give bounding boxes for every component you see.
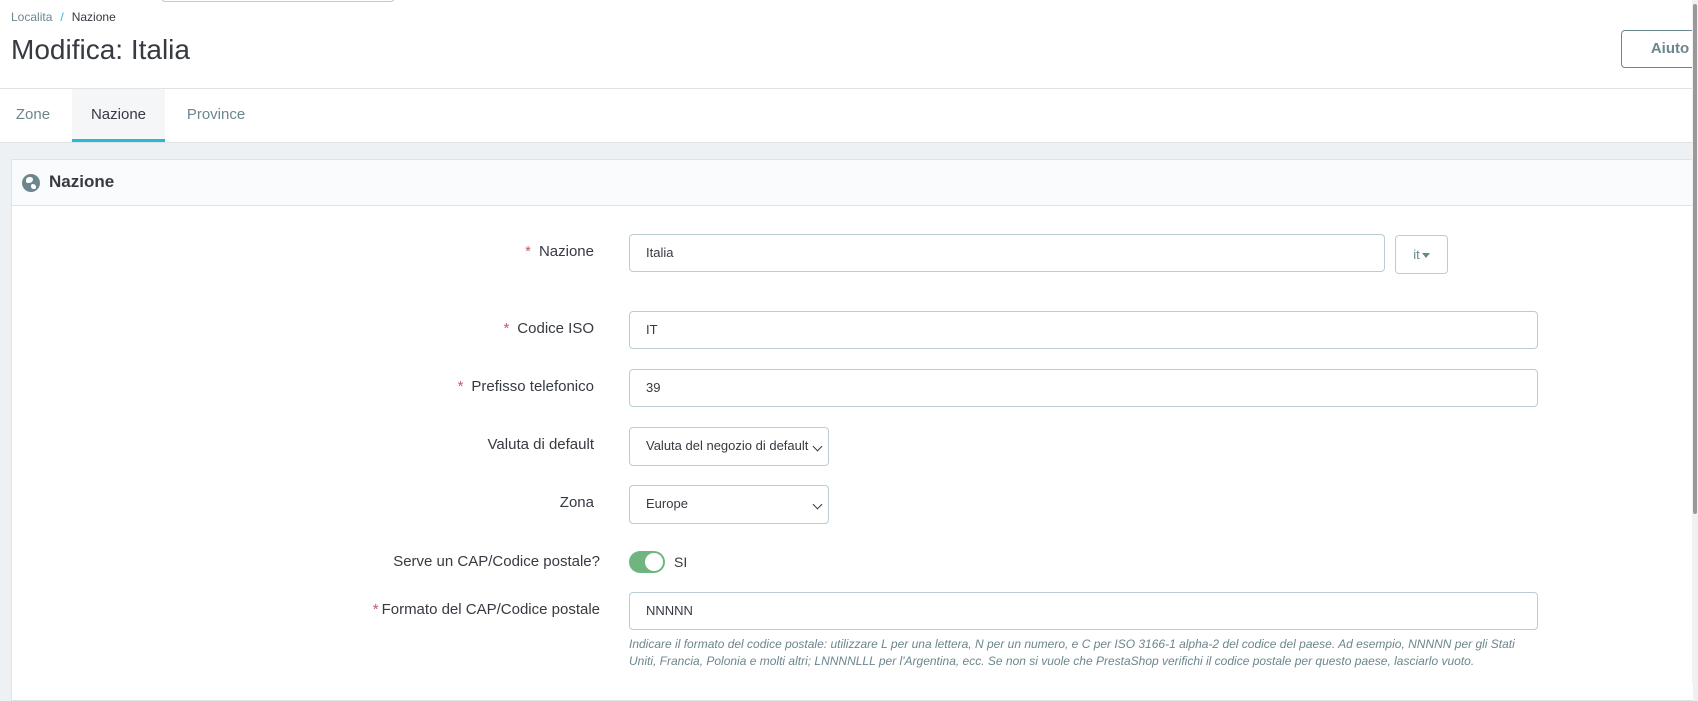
zip-format-input[interactable]: NNNNN xyxy=(629,592,1538,630)
panel-title: Nazione xyxy=(49,172,115,191)
phone-prefix-label: * Prefisso telefonico xyxy=(457,378,594,395)
iso-code-label: * Codice ISO xyxy=(503,320,594,337)
required-mark: * xyxy=(503,320,510,337)
zip-format-help: Indicare il formato del codice postale: … xyxy=(629,637,1515,668)
required-mark: * xyxy=(525,243,531,260)
vertical-scrollbar[interactable] xyxy=(1692,0,1698,684)
breadcrumb-separator: / xyxy=(60,10,64,24)
need-zip-value: SI xyxy=(674,554,688,570)
language-selector[interactable]: it xyxy=(1395,235,1448,274)
default-currency-select[interactable]: Valuta del negozio di default xyxy=(629,427,829,466)
zip-format-label: * Formato del CAP/Codice postale xyxy=(372,601,600,618)
zone-select[interactable]: Europe xyxy=(629,485,829,524)
top-search-stub[interactable] xyxy=(160,0,396,2)
tab-bar: Zone Nazione Province xyxy=(0,89,1692,143)
breadcrumb-parent[interactable]: Localita xyxy=(11,10,52,24)
default-currency-value: Valuta del negozio di default xyxy=(646,438,809,453)
page-header: Localita / Nazione Modifica: Italia Aiuto xyxy=(0,0,1698,89)
phone-prefix-input[interactable]: 39 xyxy=(629,369,1538,407)
zone-value: Europe xyxy=(646,496,688,511)
required-mark: * xyxy=(372,601,379,618)
need-zip-label: Serve un CAP/Codice postale? xyxy=(393,553,600,570)
globe-icon xyxy=(22,174,40,192)
default-currency-label: Valuta di default xyxy=(487,436,594,453)
tab-nazione[interactable]: Nazione xyxy=(72,89,165,142)
need-zip-toggle[interactable] xyxy=(629,551,665,573)
page-title: Modifica: Italia xyxy=(11,34,190,65)
toggle-knob xyxy=(645,553,663,571)
language-code: it xyxy=(1413,247,1420,262)
scroll-thumb[interactable] xyxy=(1693,4,1697,514)
breadcrumb-current: Nazione xyxy=(71,10,116,24)
tab-province[interactable]: Province xyxy=(172,89,260,142)
breadcrumb: Localita / Nazione xyxy=(11,10,116,24)
caret-down-icon xyxy=(1421,253,1430,259)
country-name-label: * Nazione xyxy=(525,243,594,260)
required-mark: * xyxy=(457,378,464,395)
iso-code-input[interactable]: IT xyxy=(629,311,1538,349)
chevron-down-icon xyxy=(812,499,823,510)
zone-label: Zona xyxy=(559,494,594,511)
tab-zone[interactable]: Zone xyxy=(0,89,66,142)
help-button[interactable]: Aiuto xyxy=(1621,30,1698,68)
chevron-down-icon xyxy=(812,441,823,452)
country-name-input[interactable]: Italia xyxy=(629,234,1385,272)
panel-header: Nazione xyxy=(12,160,1693,206)
